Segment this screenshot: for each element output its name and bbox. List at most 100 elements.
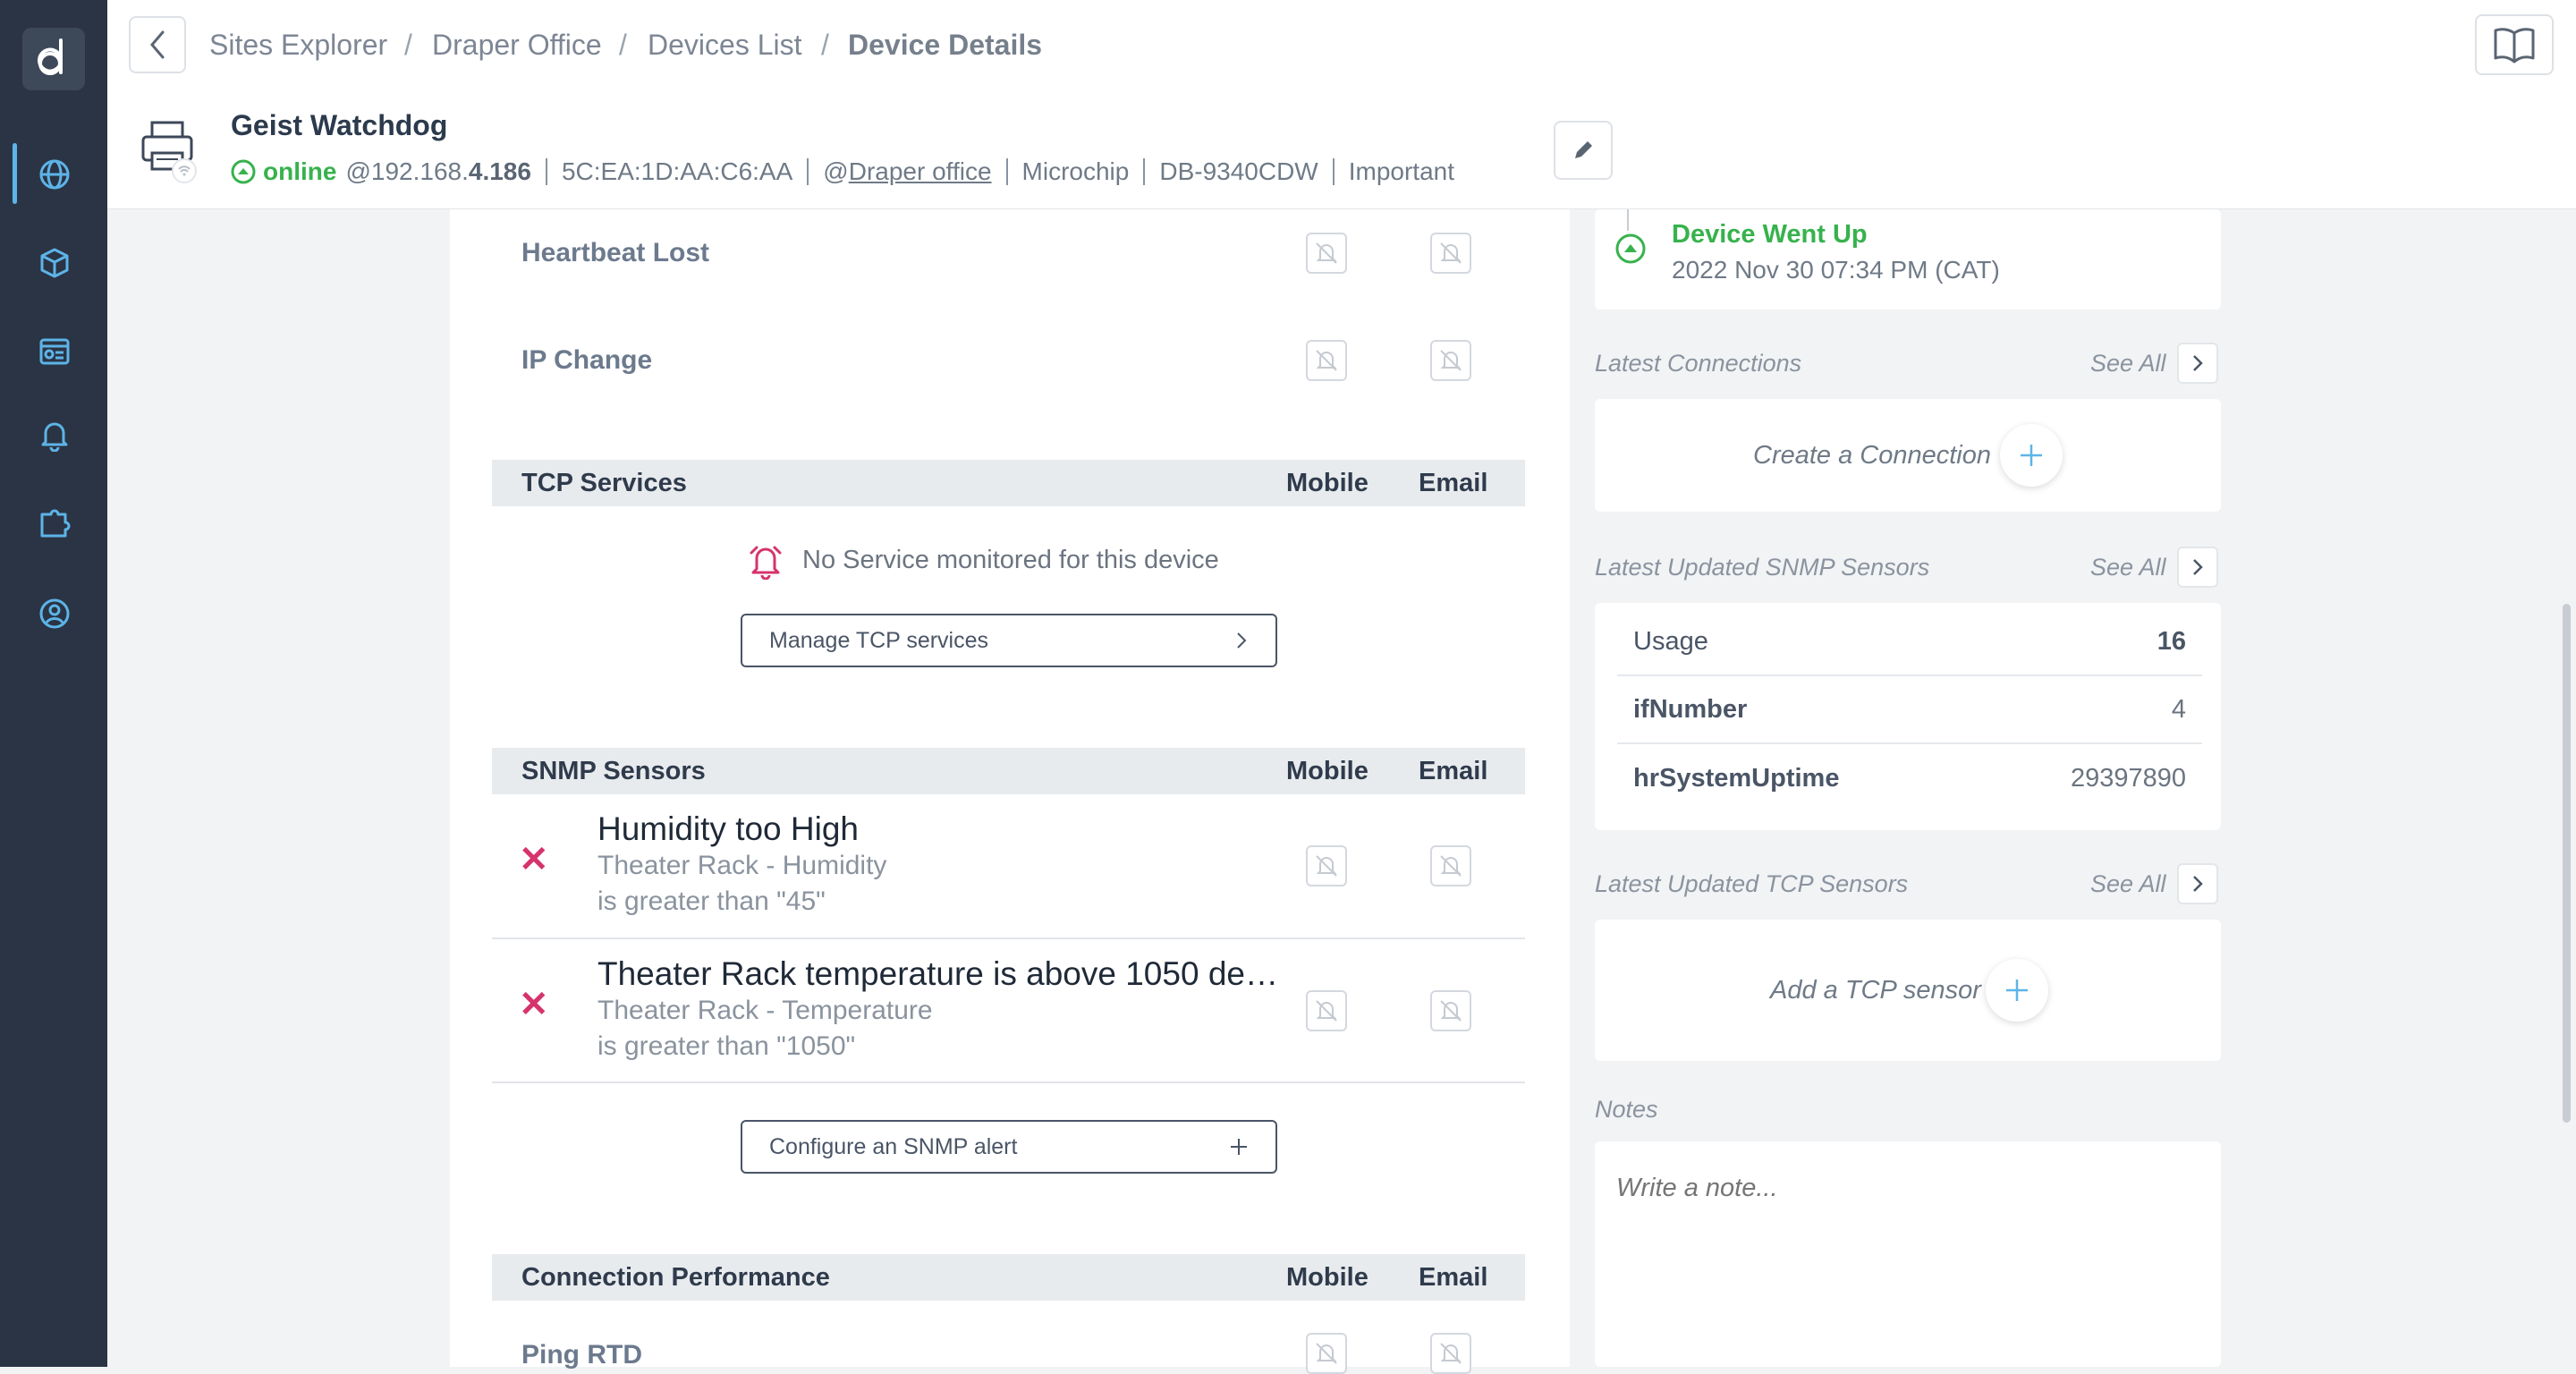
scrollbar-thumb[interactable]: [2563, 604, 2571, 1123]
alert-condition: is greater than "45": [597, 886, 826, 916]
see-all-tcp-button[interactable]: [2177, 863, 2218, 904]
sidebar-item-alerts[interactable]: [36, 416, 73, 454]
section-title: Connection Performance: [521, 1262, 830, 1292]
breadcrumb-sites-explorer[interactable]: Sites Explorer: [209, 27, 387, 63]
breadcrumb-separator: /: [821, 29, 829, 61]
alert-title: Theater Rack temperature is above 1050 d…: [597, 955, 1278, 992]
mobile-toggle[interactable]: [1306, 233, 1347, 274]
bell-off-icon: [1316, 855, 1337, 877]
sensor-row[interactable]: hrSystemUptime 29397890: [1617, 744, 2202, 812]
ip-prefix: @192.168.: [345, 157, 469, 185]
edit-button[interactable]: [1554, 121, 1613, 180]
sidebar-item-integrations[interactable]: [36, 505, 73, 543]
create-connection-label[interactable]: Create a Connection: [1753, 441, 1991, 471]
site-link[interactable]: Draper office: [849, 157, 992, 186]
sidebar-item-dashboard[interactable]: [36, 333, 73, 370]
sidebar-active-indicator: [13, 143, 17, 204]
column-mobile: Mobile: [1286, 1262, 1368, 1292]
see-all-snmp-button[interactable]: [2177, 547, 2218, 588]
row-divider: [492, 937, 1525, 939]
chevron-left-icon: [150, 30, 165, 59]
bell-off-icon: [1440, 350, 1462, 371]
sensor-name: hrSystemUptime: [1633, 763, 1840, 793]
sidebar-item-sites[interactable]: [36, 156, 73, 193]
sensor-name: ifNumber: [1633, 694, 1748, 724]
email-toggle[interactable]: [1430, 233, 1471, 274]
section-title: TCP Services: [521, 468, 687, 497]
bell-icon: [41, 422, 68, 452]
column-email: Email: [1419, 756, 1488, 785]
tcp-services-header: TCP Services Mobile Email: [492, 460, 1525, 506]
see-all-connections-button[interactable]: [2177, 343, 2218, 384]
ip-suffix: 4.186: [468, 157, 531, 185]
button-label: Configure an SNMP alert: [769, 1133, 1018, 1159]
sensor-row[interactable]: Usage 16: [1617, 608, 2202, 676]
mobile-toggle[interactable]: [1306, 1333, 1347, 1374]
bell-off-icon: [1440, 1343, 1462, 1364]
configure-snmp-alert-button[interactable]: Configure an SNMP alert: [741, 1120, 1277, 1174]
chevron-right-icon: [2193, 876, 2203, 892]
mobile-toggle[interactable]: [1306, 845, 1347, 886]
plus-icon: [2021, 445, 2042, 466]
dashboard-icon: [39, 338, 70, 365]
mobile-toggle[interactable]: [1306, 990, 1347, 1031]
breadcrumb-devices-list[interactable]: Devices List: [648, 27, 802, 63]
breadcrumb-separator: /: [404, 29, 412, 61]
email-toggle[interactable]: [1430, 845, 1471, 886]
email-toggle[interactable]: [1430, 340, 1471, 381]
sensor-value: 16: [2157, 626, 2186, 656]
docs-button[interactable]: [2475, 14, 2554, 75]
chevron-right-icon: [2193, 355, 2203, 371]
sensor-row[interactable]: ifNumber 4: [1617, 676, 2202, 744]
bell-off-icon: [1440, 1000, 1462, 1022]
button-label: Manage TCP services: [769, 627, 989, 653]
site-prefix: @: [823, 157, 849, 185]
event-time: 2022 Nov 30 07:34 PM (CAT): [1672, 256, 2000, 284]
email-toggle[interactable]: [1430, 1333, 1471, 1374]
sidebar-item-devices[interactable]: [36, 244, 73, 282]
model: DB-9340CDW: [1159, 157, 1318, 185]
email-toggle[interactable]: [1430, 990, 1471, 1031]
timeline-line: [1627, 209, 1629, 231]
section-title: SNMP Sensors: [521, 756, 706, 785]
back-button[interactable]: [129, 16, 186, 73]
latest-snmp-label: Latest Updated SNMP Sensors: [1595, 554, 1930, 581]
breadcrumb-draper-office[interactable]: Draper Office: [432, 27, 602, 63]
notes-card: [1595, 1141, 2221, 1367]
mobile-toggle[interactable]: [1306, 340, 1347, 381]
delete-alert-icon[interactable]: ✕: [519, 839, 549, 880]
sidebar: [0, 0, 107, 1367]
sensor-name: Usage: [1633, 626, 1708, 656]
breadcrumb-separator: /: [619, 29, 627, 61]
event-row-label: IP Change: [521, 345, 653, 375]
delete-alert-icon[interactable]: ✕: [519, 984, 549, 1025]
importance: Important: [1348, 157, 1455, 185]
plus-icon: [2006, 980, 2028, 1001]
see-all-snmp[interactable]: See All: [2090, 554, 2166, 581]
see-all-connections[interactable]: See All: [2090, 350, 2166, 377]
add-tcp-sensor-button[interactable]: [1986, 959, 2048, 1022]
breadcrumb-current: Device Details: [848, 29, 1043, 61]
bell-off-icon: [1440, 242, 1462, 264]
sensor-value: 4: [2171, 694, 2186, 724]
sidebar-item-account[interactable]: [36, 595, 73, 632]
device-name: Geist Watchdog: [231, 109, 448, 141]
create-connection-button[interactable]: [2000, 424, 2063, 487]
sensor-value: 29397890: [2070, 763, 2186, 793]
pencil-icon: [1575, 141, 1592, 158]
alert-sensor: Theater Rack - Humidity: [597, 851, 887, 880]
column-mobile: Mobile: [1286, 756, 1368, 785]
see-all-tcp[interactable]: See All: [2090, 870, 2166, 898]
empty-state-text: No Service monitored for this device: [802, 546, 1219, 574]
plus-icon: [1231, 1139, 1247, 1155]
notes-input[interactable]: [1614, 1172, 2201, 1336]
app-logo[interactable]: [22, 28, 85, 90]
device-meta: online @192.168. 4.186 5C:EA:1D:AA:C6:AA …: [231, 157, 1454, 186]
add-tcp-sensor-label[interactable]: Add a TCP sensor: [1770, 976, 1981, 1005]
open-book-icon: [2494, 28, 2535, 64]
event-title: Device Went Up: [1672, 220, 1868, 249]
manage-tcp-services-button[interactable]: Manage TCP services: [741, 614, 1277, 667]
bell-alert-icon: [748, 540, 784, 581]
latest-tcp-label: Latest Updated TCP Sensors: [1595, 870, 1909, 897]
user-circle-icon: [39, 598, 70, 629]
